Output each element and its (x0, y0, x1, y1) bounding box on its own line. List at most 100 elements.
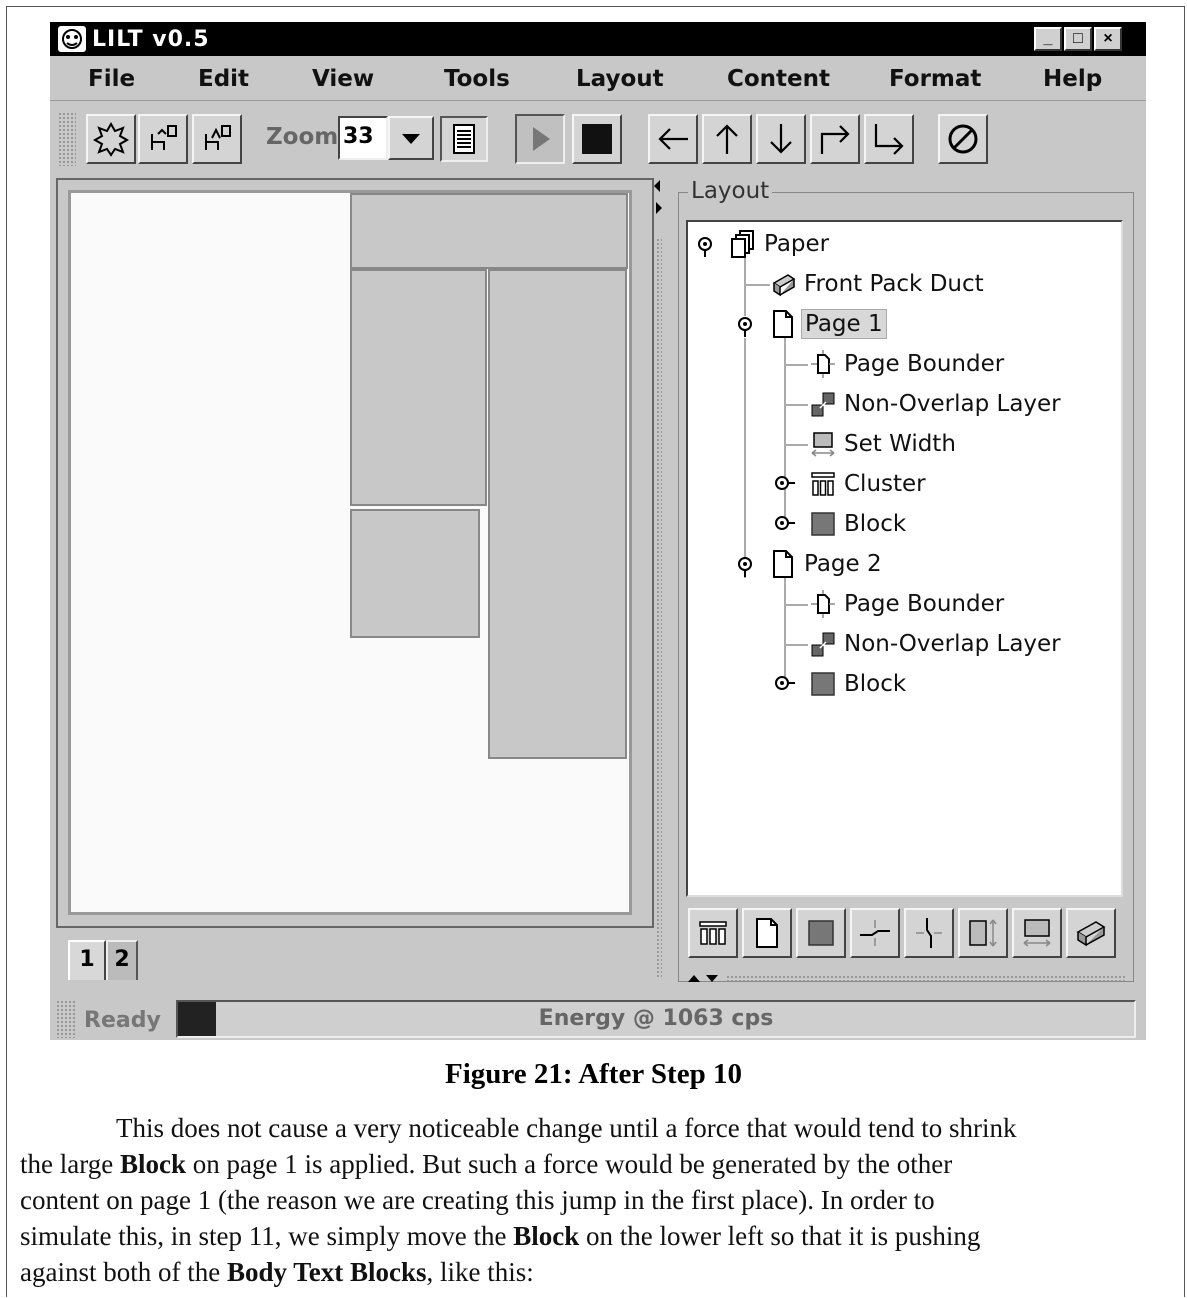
tree-node-block[interactable]: Block (810, 666, 906, 702)
add-set-width-button[interactable] (1012, 908, 1062, 958)
tree-node-label: Cluster (844, 471, 926, 497)
menu-file[interactable]: File (88, 66, 135, 92)
paragraph-line: against both of the Body Text Blocks, li… (20, 1254, 1170, 1290)
tree-node-label: Non-Overlap Layer (844, 391, 1061, 417)
return-button[interactable] (864, 114, 914, 164)
tree-node-non-overlap-layer[interactable]: Non-Overlap Layer (810, 386, 1061, 422)
save-chair-icon (205, 125, 231, 150)
collapse-arrows-icon (654, 180, 662, 214)
tree-node-page-2[interactable]: Page 2 (770, 546, 882, 582)
tree-connector (784, 644, 808, 646)
tree-connector (784, 404, 808, 406)
menu-edit[interactable]: Edit (198, 66, 249, 92)
divider-grip[interactable] (656, 238, 662, 978)
cluster-icon (699, 921, 727, 945)
tree-node-page-1[interactable]: Page 1 (770, 306, 887, 342)
tab-page-2[interactable]: 2 (106, 940, 138, 980)
split-divider[interactable] (650, 178, 668, 990)
stop-icon (582, 124, 612, 154)
menu-format[interactable]: Format (889, 66, 981, 92)
tab-page-1[interactable]: 1 (68, 940, 106, 980)
collapsed-handle-icon[interactable] (774, 512, 796, 534)
move-up-button[interactable] (702, 114, 752, 164)
menu-layout[interactable]: Layout (576, 66, 664, 92)
toolbar: Zoom: 33 (50, 102, 1146, 172)
zoom-input[interactable]: 33 (338, 116, 388, 160)
new-layout-button[interactable] (86, 114, 136, 164)
move-left-button[interactable] (648, 114, 698, 164)
page-view-button[interactable] (440, 116, 488, 162)
close-button[interactable]: × (1094, 27, 1122, 51)
tree-node-label: Front Pack Duct (804, 271, 984, 297)
add-page-button[interactable] (742, 908, 792, 958)
tree-connector (744, 284, 770, 286)
add-block-button[interactable] (796, 908, 846, 958)
minimize-button[interactable]: _ (1034, 27, 1062, 51)
add-duct-button[interactable] (1066, 908, 1116, 958)
duct-icon (770, 269, 796, 299)
bold-term: Block (513, 1221, 580, 1251)
tree-node-paper[interactable]: Paper (730, 226, 829, 262)
page-canvas[interactable] (68, 190, 632, 915)
tree-node-block[interactable]: Block (810, 506, 906, 542)
expanded-handle-icon[interactable] (694, 236, 716, 258)
app-window: LILT v0.5 _ □ × File Edit View Tools Lay… (50, 22, 1146, 1040)
expanded-handle-icon[interactable] (734, 316, 756, 338)
text-span: on the lower left so that it is pushing (579, 1221, 981, 1251)
energy-text: Energy @ 1063 cps (538, 1006, 774, 1031)
tree-node-front-pack-duct[interactable]: Front Pack Duct (770, 266, 984, 302)
tree-node-page-bounder[interactable]: Page Bounder (810, 346, 1004, 382)
bold-term: Block (119, 1149, 186, 1179)
layout-block[interactable] (350, 193, 628, 269)
move-down-button[interactable] (756, 114, 806, 164)
arrow-left-icon (658, 128, 688, 150)
expanded-handle-icon[interactable] (734, 556, 756, 578)
zoom-dropdown-button[interactable] (388, 116, 434, 160)
menu-help[interactable]: Help (1043, 66, 1102, 92)
menu-content[interactable]: Content (727, 66, 830, 92)
block-icon (808, 920, 834, 946)
text-span: simulate this, in step 11, we simply mov… (20, 1221, 514, 1251)
add-set-height-button[interactable] (958, 908, 1008, 958)
resize-arrows-icon[interactable] (686, 972, 722, 984)
collapsed-handle-icon[interactable] (774, 672, 796, 694)
arrow-turn-right-icon (820, 125, 850, 154)
duct-icon (1076, 921, 1106, 947)
maximize-button[interactable]: □ (1064, 27, 1092, 51)
arrow-up-icon (716, 124, 738, 154)
save-button[interactable] (192, 114, 242, 164)
block-icon (810, 509, 836, 539)
set-width-icon (810, 429, 836, 459)
cluster-icon (810, 469, 836, 499)
panel-grip[interactable] (726, 975, 1126, 981)
add-cluster-button[interactable] (688, 908, 738, 958)
chevron-down-icon (402, 134, 420, 144)
cancel-button[interactable] (938, 114, 988, 164)
block-icon (810, 669, 836, 699)
tree-node-set-width[interactable]: Set Width (810, 426, 956, 462)
stop-button[interactable] (572, 114, 622, 164)
redirect-button[interactable] (810, 114, 860, 164)
layout-block[interactable] (488, 269, 627, 759)
run-button[interactable] (515, 114, 565, 164)
layout-block[interactable] (350, 269, 487, 506)
toolbar-grip[interactable] (58, 112, 76, 166)
collapsed-handle-icon[interactable] (774, 472, 796, 494)
add-horizontal-splitter-button[interactable] (850, 908, 900, 958)
tree-node-non-overlap-layer[interactable]: Non-Overlap Layer (810, 626, 1061, 662)
tree-node-label: Block (844, 671, 907, 697)
pages-icon (730, 229, 756, 259)
layout-block[interactable] (350, 509, 480, 638)
add-vertical-splitter-button[interactable] (904, 908, 954, 958)
menu-view[interactable]: View (312, 66, 374, 92)
arrow-return-icon (874, 124, 904, 155)
tree-node-page-bounder[interactable]: Page Bounder (810, 586, 1004, 622)
open-button[interactable] (138, 114, 188, 164)
page-bounder-icon (810, 589, 836, 619)
app-logo-icon (58, 26, 86, 52)
tree-node-cluster[interactable]: Cluster (810, 466, 926, 502)
layout-tree[interactable]: Paper Front Pack Duct Page 1 Page Bounde… (686, 220, 1123, 897)
tree-connector (744, 338, 746, 578)
menu-tools[interactable]: Tools (444, 66, 510, 92)
tree-node-label: Block (844, 511, 907, 537)
